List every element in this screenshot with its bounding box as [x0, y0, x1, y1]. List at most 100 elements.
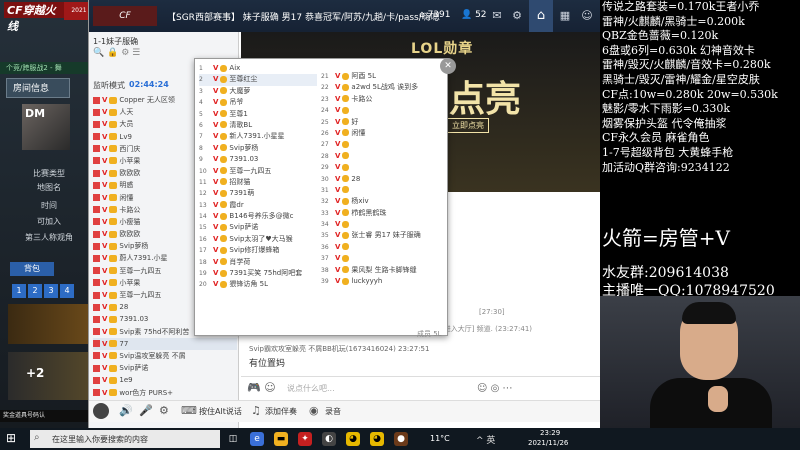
- app-icon[interactable]: ◐: [322, 432, 336, 446]
- ranking-row[interactable]: 27 V: [321, 139, 439, 150]
- clock-date[interactable]: 2021/11/26: [528, 439, 568, 447]
- slot-2[interactable]: 2: [28, 284, 42, 298]
- task-view-icon[interactable]: ◫: [226, 432, 240, 446]
- ranking-row[interactable]: 3 V 大魔萝: [199, 86, 317, 97]
- emoji-icons[interactable]: ☺ ◎ ⋯: [477, 383, 513, 394]
- yy-icon[interactable]: ◕: [346, 432, 360, 446]
- folder-icon[interactable]: ▬: [274, 432, 288, 446]
- mail-icon[interactable]: ✉: [489, 8, 505, 24]
- popup-footer: 成员 5L: [417, 330, 442, 338]
- ranking-row[interactable]: 35 V 张士睿 男17 妹子服确: [321, 230, 439, 241]
- ranking-row[interactable]: 6 V 清歌BL: [199, 120, 317, 131]
- home-icon[interactable]: ⌂: [529, 0, 553, 32]
- game-icon[interactable]: ✦: [298, 432, 312, 446]
- record-icon[interactable]: ◉: [309, 404, 319, 417]
- record-button[interactable]: 录音: [325, 406, 341, 417]
- ranking-row[interactable]: 10 V 至尊一九四五: [199, 166, 317, 177]
- ranking-row[interactable]: 24 V: [321, 105, 439, 116]
- search-box[interactable]: ⌕ 在这里输入你要搜索的内容: [30, 430, 220, 448]
- ranking-row[interactable]: 29 V: [321, 162, 439, 173]
- ranking-row[interactable]: 12 V 7391萌: [199, 188, 317, 199]
- backpack-tab[interactable]: 背包: [10, 262, 54, 276]
- list-icon[interactable]: ☰: [132, 48, 140, 58]
- ranking-row[interactable]: 30 V 28: [321, 174, 439, 185]
- price-line: 魅影/零水下雨影=0.330k: [602, 102, 731, 116]
- slot-3[interactable]: 3: [44, 284, 58, 298]
- ranking-row[interactable]: 11 V 招财猫: [199, 177, 317, 188]
- ranking-row[interactable]: 16 V Svip太羽了♥大马猴: [199, 234, 317, 245]
- member-row[interactable]: Vwor色方 PURS+: [93, 387, 237, 399]
- mic-status-icon: [93, 291, 100, 299]
- start-icon[interactable]: ⊞: [6, 431, 16, 445]
- game-tab[interactable]: 个竞/跨服战2 - 舞: [0, 62, 96, 74]
- banner-cta[interactable]: 立即点亮: [447, 118, 489, 133]
- member-row[interactable]: V 1e9: [93, 374, 237, 386]
- ranking-row[interactable]: 21 V 阿酉 5L: [321, 71, 439, 82]
- ranking-row[interactable]: 4 V 吊爷: [199, 97, 317, 108]
- vip-icon: V: [335, 254, 341, 263]
- yy2-icon[interactable]: ◕: [370, 432, 384, 446]
- ranking-row[interactable]: 1 V Aix: [199, 63, 317, 74]
- edge-icon[interactable]: e: [250, 432, 264, 446]
- ranking-row[interactable]: 25 V 好: [321, 117, 439, 128]
- ranking-row[interactable]: 28 V: [321, 151, 439, 162]
- search-input[interactable]: 在这里输入你要搜索的内容: [52, 434, 148, 445]
- slot-1[interactable]: 1: [12, 284, 26, 298]
- ranking-row[interactable]: 15 V Svip萨诺: [199, 222, 317, 233]
- ranking-row[interactable]: 38 V 果风梨 生路卡脚锋缝: [321, 265, 439, 276]
- vip-icon: V: [102, 291, 108, 299]
- ranking-row[interactable]: 18 V 肖学荷: [199, 257, 317, 268]
- room-info-button[interactable]: 房间信息: [6, 78, 70, 98]
- member-row[interactable]: V Svip温攻室躲亮 不屑: [93, 350, 237, 362]
- ranking-row[interactable]: 9 V 7391.03: [199, 154, 317, 165]
- search-icon[interactable]: 🔍: [93, 48, 104, 58]
- ranking-row[interactable]: 14 V B146号养乐多@微c: [199, 211, 317, 222]
- member-row[interactable]: V Svip萨诺: [93, 362, 237, 374]
- mic-icon[interactable]: 🎤: [139, 404, 153, 417]
- ranking-row[interactable]: 36 V: [321, 242, 439, 253]
- ranking-row[interactable]: 39 Vluckyyyh: [321, 276, 439, 287]
- ranking-row[interactable]: 7 V 新人7391.小星星: [199, 131, 317, 142]
- member-row[interactable]: V 77: [93, 337, 237, 350]
- ranking-row[interactable]: 19 V 7391买笑 75hd阿吧套: [199, 268, 317, 279]
- weather[interactable]: 11°C: [430, 434, 450, 443]
- system-tray[interactable]: ^ 英: [476, 433, 495, 446]
- ranking-row[interactable]: 32 V 杨xiv: [321, 196, 439, 207]
- keyboard-icon[interactable]: ⌨: [181, 404, 197, 417]
- speaker-icon[interactable]: 🔊: [119, 404, 133, 417]
- slot-4[interactable]: 4: [60, 284, 74, 298]
- ranking-row[interactable]: 33 V 栉鹤黑鹤珠: [321, 208, 439, 219]
- clock-time[interactable]: 23:29: [540, 429, 560, 437]
- badge-icon: [109, 254, 118, 262]
- gear-icon[interactable]: ⚙: [509, 8, 525, 24]
- ranking-row[interactable]: 20 V 猥锋访角 5L: [199, 279, 317, 290]
- ranking-row[interactable]: 22 Va2wd 5L战鸡 诶到多: [321, 82, 439, 93]
- ranking-row[interactable]: 26 V 闲懂: [321, 128, 439, 139]
- ranking-row[interactable]: 17 V Svip修打爆蜂箱: [199, 245, 317, 256]
- crown-icon: [220, 235, 228, 243]
- grid-icon[interactable]: ▦: [557, 8, 573, 24]
- channel-name[interactable]: 1-1妹子服确: [93, 36, 233, 48]
- ranking-row[interactable]: 8 V Svip萝杨: [199, 143, 317, 154]
- gamepad-icon[interactable]: 🎮 ☺: [247, 381, 276, 394]
- lock-icon[interactable]: 🔒: [107, 48, 118, 58]
- ranking-row[interactable]: 5 V 至尊1: [199, 109, 317, 120]
- ranking-row[interactable]: 13 V 霞dr: [199, 200, 317, 211]
- avatar[interactable]: [93, 403, 109, 419]
- ranking-row[interactable]: 23 V 卡路公: [321, 94, 439, 105]
- ranking-popup: 1 V Aix 2 V 至尊红尘 3 V 大魔萝 4 V 吊爷 5 V 至尊1 6 V 清歌BL 7 V 新人7391.…: [194, 58, 448, 338]
- ranking-row[interactable]: 31 V: [321, 185, 439, 196]
- ranking-row[interactable]: 2 V 至尊红尘: [199, 74, 317, 86]
- settings-icon[interactable]: ⚙: [159, 404, 169, 417]
- music-icon[interactable]: ♫: [251, 404, 261, 417]
- member-row[interactable]: V恋田: [93, 423, 237, 424]
- obs-icon[interactable]: ●: [394, 432, 408, 446]
- settings-icon[interactable]: ⚙: [121, 48, 129, 58]
- ranking-row[interactable]: 34 V: [321, 219, 439, 230]
- push-to-talk-button[interactable]: 按住Alt说话: [199, 406, 242, 417]
- add-music-button[interactable]: 添加伴奏: [265, 406, 297, 417]
- ranking-row[interactable]: 37 V: [321, 253, 439, 264]
- message-input[interactable]: 说点什么吧...: [287, 383, 335, 394]
- user-icon[interactable]: ☺: [579, 8, 595, 24]
- close-icon[interactable]: ✕: [440, 58, 456, 74]
